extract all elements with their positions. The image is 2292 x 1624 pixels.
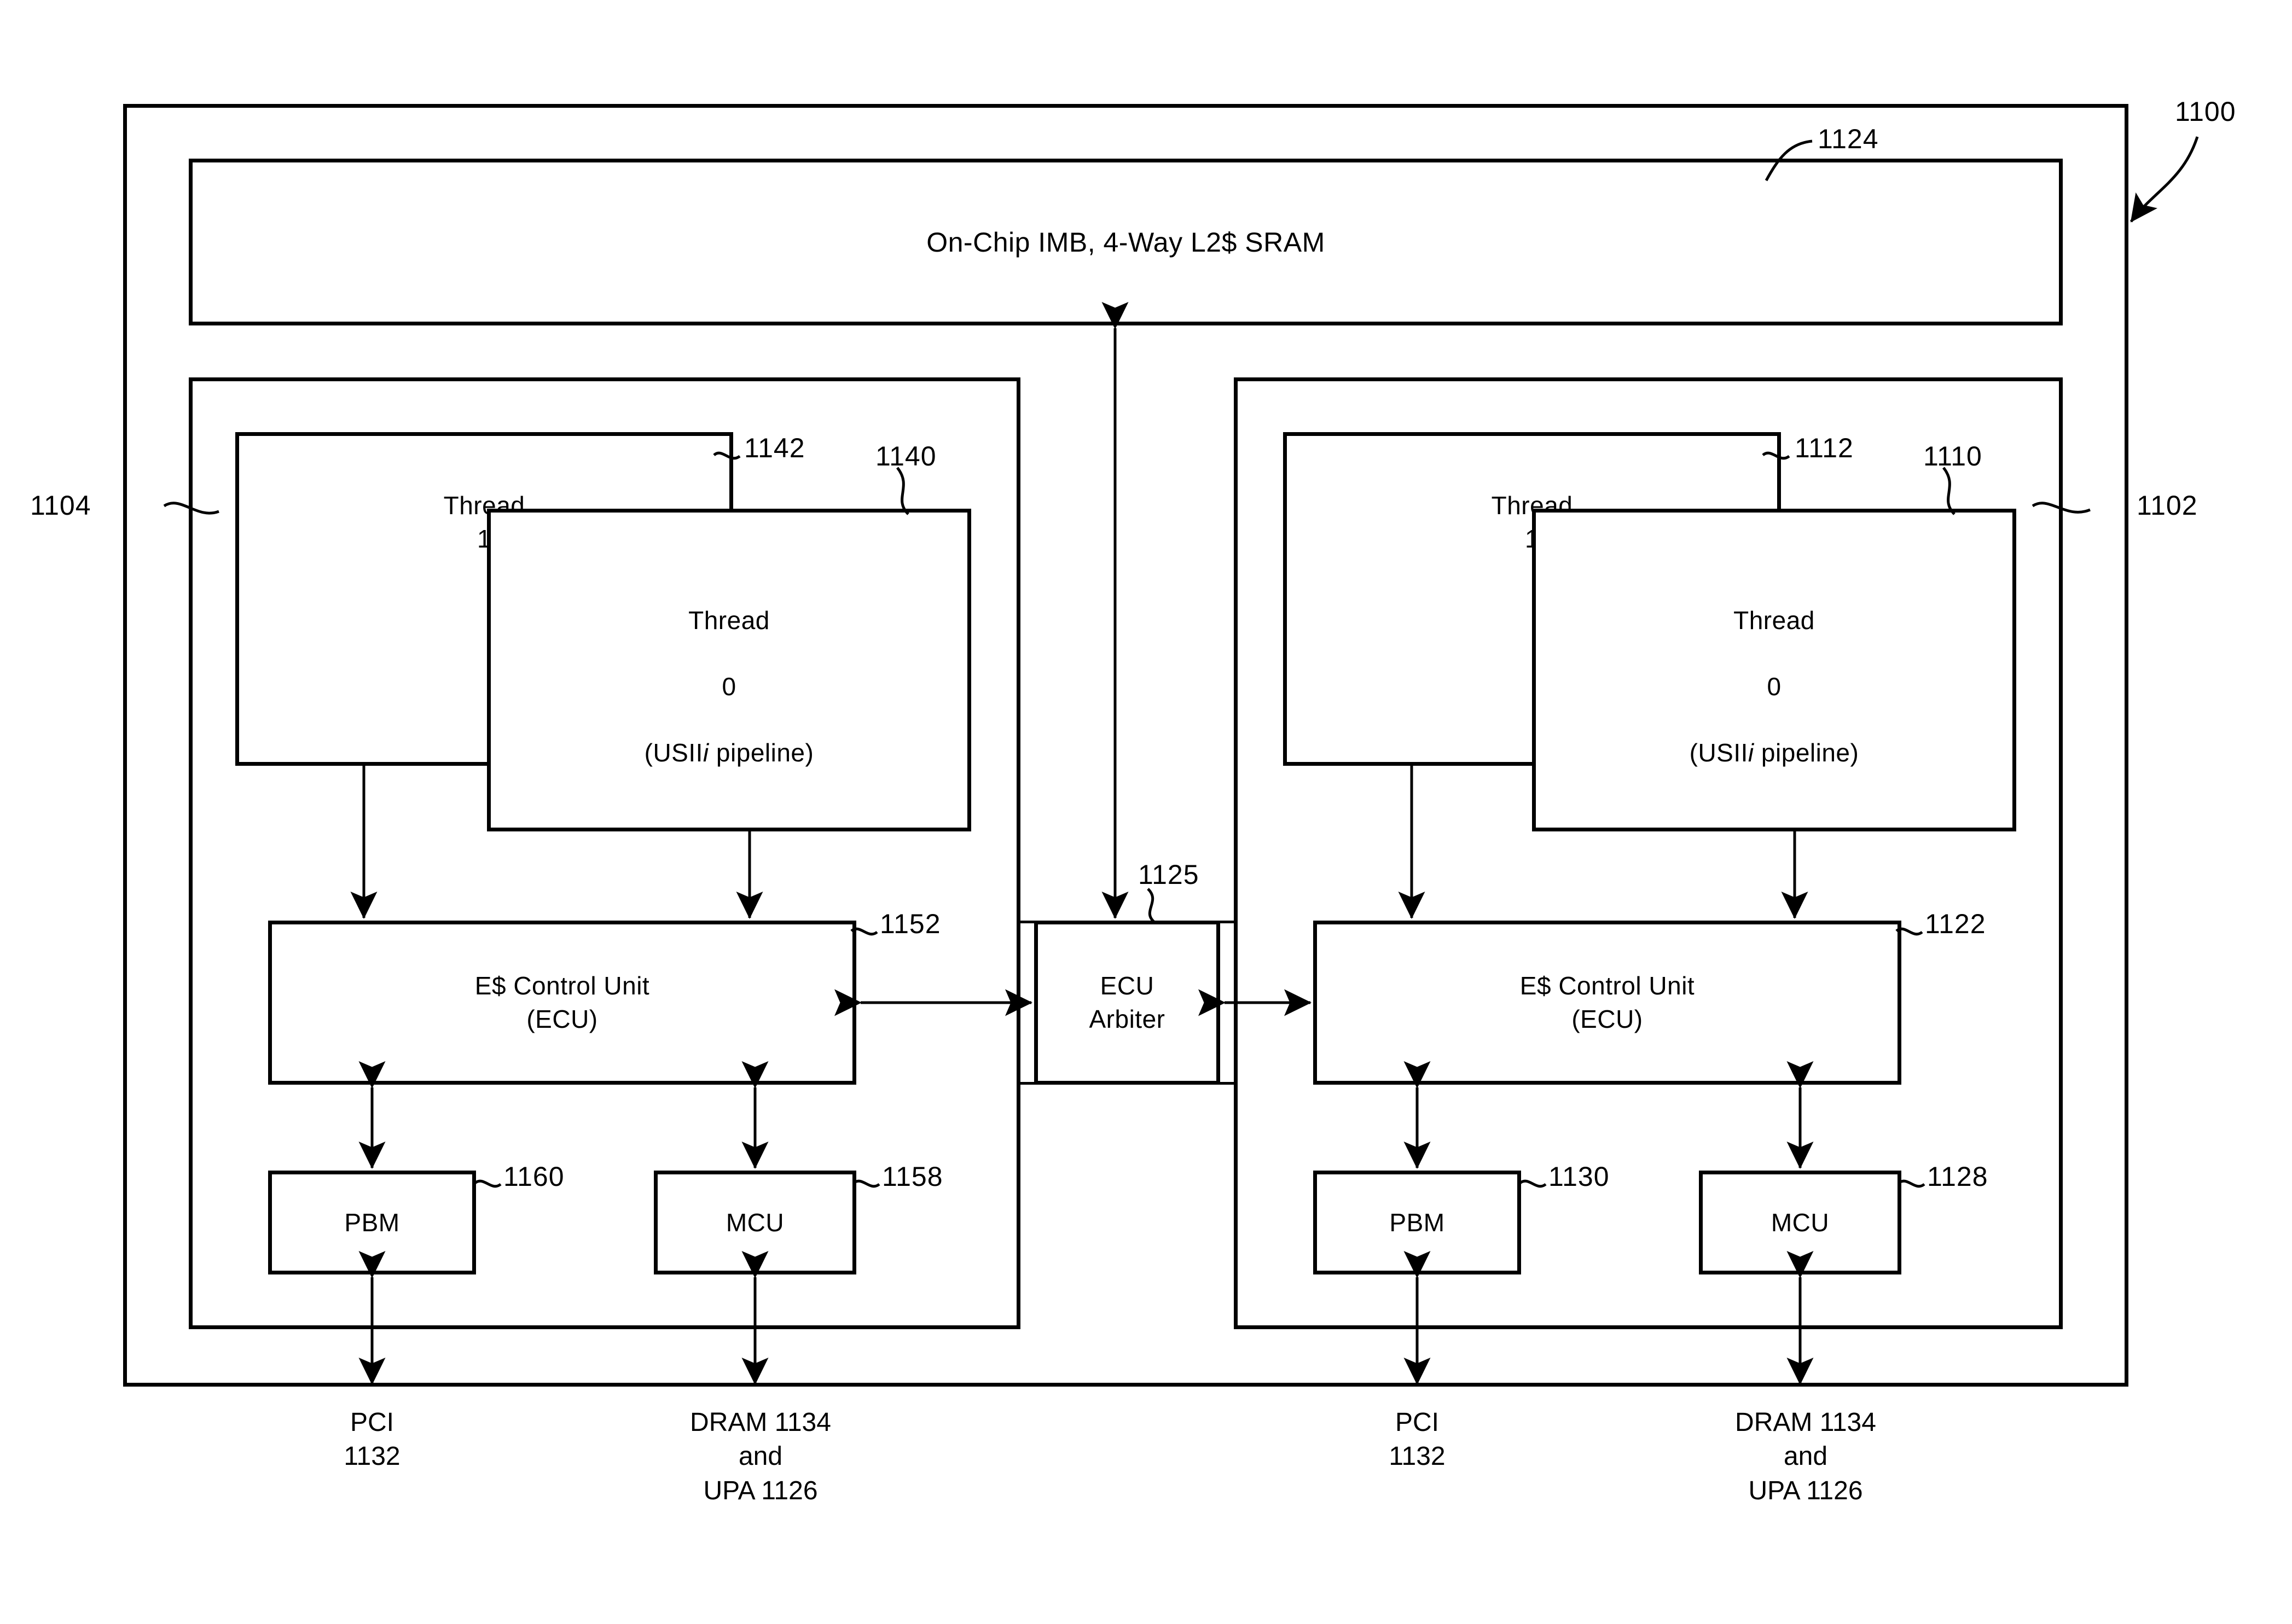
- thread0-label-left: Thread 0 (USIIi pipeline): [645, 571, 814, 770]
- bus-caption-memory-right: DRAM 1134 and UPA 1126: [1735, 1408, 1876, 1505]
- thread0-line3-post-left: pipeline): [709, 738, 814, 767]
- pbm-label-right: PBM: [1389, 1208, 1445, 1237]
- thread0-line1-right: Thread: [1733, 606, 1815, 635]
- ref-1160: 1160: [503, 1161, 565, 1192]
- on-chip-sram-label: On-Chip IMB, 4-Way L2$ SRAM: [926, 226, 1325, 258]
- mcu-box-left: MCU: [654, 1171, 856, 1274]
- ref-1128: 1128: [1927, 1161, 1988, 1192]
- pbm-label-left: PBM: [344, 1208, 400, 1237]
- ref-1140: 1140: [875, 441, 937, 472]
- leader-1100: [2129, 136, 2199, 223]
- bus-caption-memory-left: DRAM 1134 and UPA 1126: [690, 1408, 831, 1505]
- ref-1158: 1158: [882, 1161, 943, 1192]
- ecu-label-right: E$ Control Unit (ECU): [1519, 971, 1695, 1033]
- thread0-line2-right: 0: [1767, 672, 1782, 701]
- thread0-line3-post-right: pipeline): [1754, 738, 1859, 767]
- ref-1100: 1100: [2175, 96, 2236, 127]
- bus-caption-pci-right: PCI 1132: [1389, 1408, 1446, 1471]
- thread0-line3-ital-right: i: [1748, 738, 1754, 767]
- thread0-line3-pre-right: (USII: [1689, 738, 1748, 767]
- mcu-label-left: MCU: [726, 1208, 785, 1237]
- ecu-arbiter-box: ECU Arbiter: [1034, 921, 1220, 1085]
- thread0-box-left: Thread 0 (USIIi pipeline): [487, 509, 971, 831]
- ecu-box-left: E$ Control Unit (ECU): [268, 921, 856, 1085]
- bus-caption-pci-left: PCI 1132: [344, 1408, 401, 1471]
- thread0-line3-ital-left: i: [703, 738, 709, 767]
- on-chip-sram-box: On-Chip IMB, 4-Way L2$ SRAM: [189, 159, 2063, 325]
- arbiter-rail-bottom-right: [1217, 1082, 1234, 1085]
- thread0-line2-left: 0: [722, 672, 736, 701]
- ref-1125: 1125: [1138, 859, 1199, 890]
- ref-1112: 1112: [1795, 433, 1854, 463]
- ecu-label-left: E$ Control Unit (ECU): [474, 971, 650, 1033]
- ref-1152: 1152: [880, 909, 941, 939]
- pbm-box-left: PBM: [268, 1171, 476, 1274]
- mcu-box-right: MCU: [1699, 1171, 1901, 1274]
- ref-1142: 1142: [744, 433, 805, 463]
- ref-1104: 1104: [30, 490, 91, 521]
- ref-1110: 1110: [1923, 441, 1982, 472]
- pbm-box-right: PBM: [1313, 1171, 1521, 1274]
- arbiter-rail-bottom-left: [1020, 1082, 1037, 1085]
- ecu-arbiter-label: ECU Arbiter: [1089, 971, 1165, 1033]
- thread0-box-right: Thread 0 (USIIi pipeline): [1532, 509, 2016, 831]
- ecu-box-right: E$ Control Unit (ECU): [1313, 921, 1901, 1085]
- thread0-line3-pre-left: (USII: [644, 738, 703, 767]
- arbiter-rail-top-left: [1020, 921, 1037, 923]
- thread0-line1-left: Thread: [688, 606, 770, 635]
- ref-1124: 1124: [1818, 124, 1879, 154]
- ref-1102: 1102: [2137, 490, 2198, 521]
- ref-1122: 1122: [1925, 909, 1986, 939]
- thread0-label-right: Thread 0 (USIIi pipeline): [1690, 571, 1859, 770]
- mcu-label-right: MCU: [1771, 1208, 1830, 1237]
- arbiter-rail-top-right: [1217, 921, 1234, 923]
- ref-1130: 1130: [1548, 1161, 1610, 1192]
- patent-figure: On-Chip IMB, 4-Way L2$ SRAM Thread 1 Thr…: [0, 0, 2292, 1624]
